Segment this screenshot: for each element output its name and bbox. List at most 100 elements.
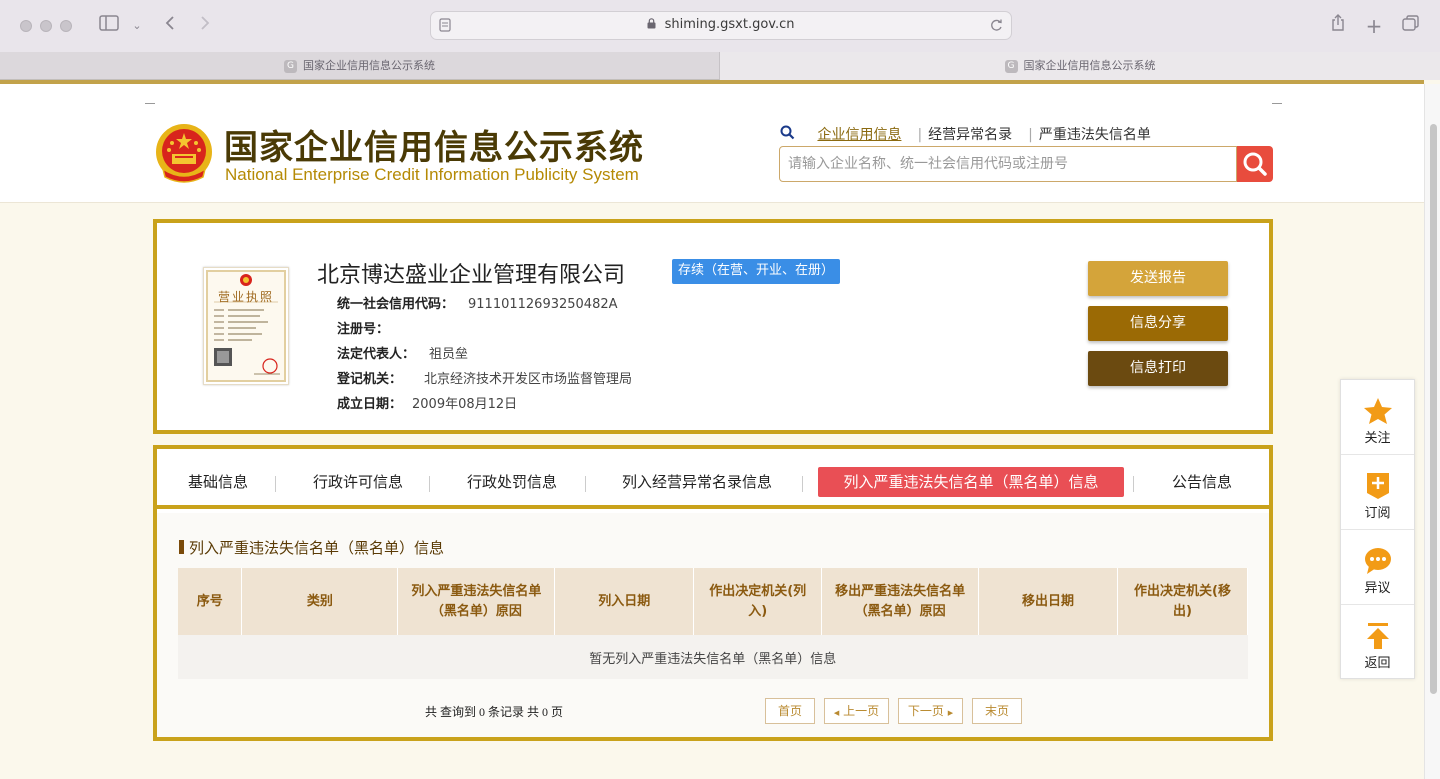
print-info-button[interactable]: 信息打印 xyxy=(1088,351,1228,386)
minimize-window-button[interactable] xyxy=(40,20,52,32)
browser-tab-active[interactable]: G 国家企业信用信息公示系统 xyxy=(0,52,720,80)
back-to-top-label: 返回 xyxy=(1364,656,1391,671)
first-page-button[interactable]: 首页 xyxy=(765,698,815,724)
divider xyxy=(1133,476,1134,492)
sidebar-toggle-icon[interactable] xyxy=(96,14,122,38)
forward-button[interactable] xyxy=(192,14,218,38)
prev-page-button[interactable]: ◀ 上一页 xyxy=(824,698,889,724)
info-tabs: 基础信息 行政许可信息 行政处罚信息 列入经营异常名录信息 列入严重违法失信名单… xyxy=(157,449,1269,509)
section-title: 列入严重违法失信名单（黑名单）信息 xyxy=(179,537,444,558)
share-info-button[interactable]: 信息分享 xyxy=(1088,306,1228,341)
info-panel: 基础信息 行政许可信息 行政处罚信息 列入经营异常名录信息 列入严重违法失信名单… xyxy=(153,445,1273,741)
field-label: 登记机关： xyxy=(337,372,403,387)
caret-left-icon: ◀ xyxy=(833,709,840,717)
zoom-window-button[interactable] xyxy=(60,20,72,32)
tab-bar: G 国家企业信用信息公示系统 G 国家企业信用信息公示系统 xyxy=(0,52,1440,80)
last-page-button[interactable]: 末页 xyxy=(972,698,1022,724)
field-value: 2009年08月12日 xyxy=(412,397,518,412)
back-button[interactable] xyxy=(157,14,183,38)
star-icon xyxy=(1364,398,1392,424)
send-report-button[interactable]: 发送报告 xyxy=(1088,261,1228,296)
search-icon xyxy=(1243,152,1267,176)
field-label: 注册号： xyxy=(337,322,390,337)
field-value: 91110112693250482A xyxy=(468,297,618,312)
next-page-button[interactable]: 下一页 ▶ xyxy=(898,698,963,724)
table-header-row: 序号 类别 列入严重违法失信名单（黑名单）原因 列入日期 作出决定机关(列入) … xyxy=(178,568,1248,635)
page-content: 国家企业信用信息公示系统 National Enterprise Credit … xyxy=(0,84,1424,779)
status-badge: 存续（在营、开业、在册） xyxy=(672,259,841,284)
tab-basic-info[interactable]: 基础信息 xyxy=(177,467,259,497)
tab-blacklist-info[interactable]: 列入严重违法失信名单（黑名单）信息 xyxy=(818,467,1124,497)
close-window-button[interactable] xyxy=(20,20,32,32)
subscribe-label: 订阅 xyxy=(1364,506,1391,521)
reg-number-row: 注册号： xyxy=(337,318,403,337)
divider xyxy=(275,476,276,492)
corner-mark xyxy=(1272,103,1282,104)
tab-enterprise-credit[interactable]: 企业信用信息 xyxy=(817,127,901,143)
tab-announcement[interactable]: 公告信息 xyxy=(1157,467,1247,497)
field-label: 法定代表人： xyxy=(337,347,416,362)
back-to-top-button[interactable]: 返回 xyxy=(1341,605,1414,680)
col-header: 作出决定机关(移出) xyxy=(1117,568,1248,635)
gsxt-favicon-icon: G xyxy=(1004,59,1018,73)
col-header: 移出严重违法失信名单（黑名单）原因 xyxy=(821,568,980,635)
company-card: 营业执照 北京博达盛业企业管理有限公司 存续（在营、开业、在册） 统一社会信用代… xyxy=(153,219,1273,434)
chat-icon xyxy=(1365,548,1391,574)
new-tab-icon[interactable]: + xyxy=(1361,14,1387,38)
empty-message: 暂无列入严重违法失信名单（黑名单）信息 xyxy=(178,635,1248,679)
divider xyxy=(585,476,586,492)
follow-button[interactable]: 关注 xyxy=(1341,380,1414,455)
share-icon[interactable] xyxy=(1325,14,1351,38)
lock-icon xyxy=(647,17,664,32)
chevron-down-icon[interactable]: ⌄ xyxy=(124,14,150,38)
tab-blacklist[interactable]: 严重违法失信名单 xyxy=(1039,127,1151,143)
next-page-label: 下一页 xyxy=(907,704,944,718)
col-header: 类别 xyxy=(241,568,399,635)
col-header: 列入严重违法失信名单（黑名单）原因 xyxy=(397,568,556,635)
tab-admin-license[interactable]: 行政许可信息 xyxy=(303,467,413,497)
reload-icon[interactable] xyxy=(990,17,1003,36)
pager-info: 共 查询到 0 条记录 共 0 页 xyxy=(425,705,564,719)
col-header: 列入日期 xyxy=(554,568,695,635)
credit-code-row: 统一社会信用代码： 91110112693250482A xyxy=(337,293,618,312)
blacklist-table: 序号 类别 列入严重违法失信名单（黑名单）原因 列入日期 作出决定机关(列入) … xyxy=(178,568,1248,679)
tab-abnormal-list[interactable]: 列入经营异常名录信息 xyxy=(612,467,782,497)
tab-title: 国家企业信用信息公示系统 xyxy=(1023,59,1156,72)
tab-overview-icon[interactable] xyxy=(1398,14,1424,38)
gsxt-favicon-icon: G xyxy=(284,59,297,73)
scrollbar-thumb[interactable] xyxy=(1430,124,1437,694)
license-title: 营业执照 xyxy=(217,290,274,304)
subscribe-icon xyxy=(1367,473,1389,499)
business-license-image[interactable]: 营业执照 xyxy=(203,267,289,385)
tab-title: 国家企业信用信息公示系统 xyxy=(303,59,435,72)
legal-rep-row: 法定代表人： 祖员垒 xyxy=(337,343,468,362)
objection-button[interactable]: 异议 xyxy=(1341,530,1414,605)
search-icon xyxy=(780,125,799,143)
col-header: 序号 xyxy=(178,568,243,635)
divider xyxy=(802,476,803,492)
page-scrollbar[interactable] xyxy=(1424,84,1440,779)
address-bar[interactable]: shiming.gsxt.gov.cn xyxy=(430,11,1012,40)
search-category-tabs: 企业信用信息 | 经营异常名录 | 严重违法失信名单 xyxy=(780,124,1161,144)
corner-mark xyxy=(145,103,155,104)
col-header: 移出日期 xyxy=(978,568,1118,635)
subscribe-button[interactable]: 订阅 xyxy=(1341,455,1414,530)
tab-abnormal-operation[interactable]: 经营异常名录 xyxy=(928,127,1012,143)
browser-tab[interactable]: G 国家企业信用信息公示系统 xyxy=(720,52,1440,80)
divider: | xyxy=(917,127,923,143)
field-value: 祖员垒 xyxy=(429,347,469,362)
divider xyxy=(429,476,430,492)
search-button[interactable] xyxy=(1237,146,1273,182)
reg-authority-row: 登记机关： 北京经济技术开发区市场监督管理局 xyxy=(337,368,632,387)
url-value: shiming.gsxt.gov.cn xyxy=(664,17,795,32)
field-label: 统一社会信用代码： xyxy=(337,297,455,312)
search-input[interactable]: 请输入企业名称、统一社会信用代码或注册号 xyxy=(779,146,1237,182)
follow-label: 关注 xyxy=(1364,431,1391,446)
url-text: shiming.gsxt.gov.cn xyxy=(431,17,1011,32)
field-value: 北京经济技术开发区市场监督管理局 xyxy=(424,372,633,387)
browser-titlebar: ⌄ shiming.gsxt.gov.cn + xyxy=(0,0,1440,52)
tab-admin-penalty[interactable]: 行政处罚信息 xyxy=(457,467,567,497)
site-header: 国家企业信用信息公示系统 National Enterprise Credit … xyxy=(0,84,1424,203)
table-row: 暂无列入严重违法失信名单（黑名单）信息 xyxy=(178,635,1248,679)
back-to-top-icon xyxy=(1367,623,1389,649)
